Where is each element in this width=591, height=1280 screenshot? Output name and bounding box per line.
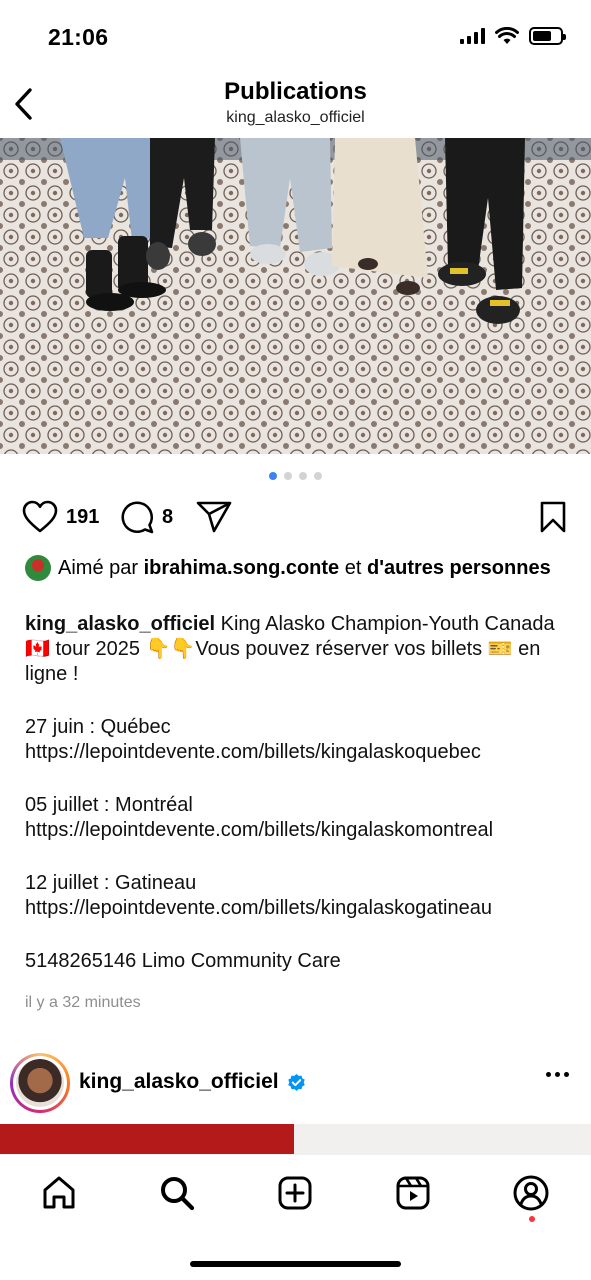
plus-square-icon <box>278 1176 312 1210</box>
send-icon <box>196 501 232 533</box>
save-button[interactable] <box>539 500 567 534</box>
like-count[interactable]: 191 <box>66 506 99 529</box>
liker-username[interactable]: ibrahima.song.conte <box>144 557 340 579</box>
liked-by-conjunction: et <box>344 557 362 579</box>
tab-home[interactable] <box>39 1173 79 1213</box>
comment-icon <box>121 501 154 534</box>
post-timestamp: il y a 32 minutes <box>25 994 141 1011</box>
tab-search[interactable] <box>157 1173 197 1213</box>
next-post-username[interactable]: king_alasko_officiel <box>79 1070 279 1094</box>
reels-icon <box>396 1176 430 1210</box>
next-post-image[interactable] <box>0 1124 591 1154</box>
header-username[interactable]: king_alasko_officiel <box>0 109 591 127</box>
tab-reels[interactable] <box>393 1173 433 1213</box>
more-options-button[interactable] <box>546 1072 569 1077</box>
heart-icon <box>22 500 58 533</box>
next-post-header: king_alasko_officiel <box>0 1050 591 1116</box>
tab-create[interactable] <box>275 1173 315 1213</box>
verified-badge-icon <box>287 1073 305 1091</box>
caption-contact: 5148265146 Limo Community Care <box>25 950 341 972</box>
bookmark-icon <box>540 501 566 533</box>
home-indicator <box>190 1261 401 1267</box>
event-date-city: 05 juillet : Montréal <box>25 794 193 816</box>
carousel-dot <box>314 472 322 480</box>
event-link[interactable]: https://lepointdevente.com/billets/kinga… <box>25 740 570 765</box>
event-link[interactable]: https://lepointdevente.com/billets/kinga… <box>25 896 570 921</box>
page-header: Publications king_alasko_officiel <box>0 72 591 136</box>
status-icons <box>460 27 566 45</box>
cellular-signal-icon <box>460 28 485 44</box>
status-bar: 21:06 <box>0 0 591 70</box>
status-time: 21:06 <box>48 24 109 50</box>
event-date-city: 27 juin : Québec <box>25 716 171 738</box>
wifi-icon <box>495 27 519 44</box>
search-icon <box>161 1177 195 1211</box>
liked-by-others[interactable]: d'autres personnes <box>367 557 551 579</box>
carousel-indicator <box>0 472 591 480</box>
carousel-dot-active <box>269 472 277 480</box>
liked-by: Aimé par ibrahima.song.conte et d'autres… <box>25 555 565 581</box>
liked-by-prefix: Aimé par <box>58 557 139 579</box>
home-icon <box>43 1176 75 1209</box>
bottom-tab-bar <box>0 1154 591 1234</box>
event-link[interactable]: https://lepointdevente.com/billets/kinga… <box>25 818 570 843</box>
carousel-dot <box>299 472 307 480</box>
post-actions: 191 8 <box>0 498 591 538</box>
carousel-dot <box>284 472 292 480</box>
comment-count[interactable]: 8 <box>162 506 173 529</box>
avatar[interactable] <box>10 1053 70 1113</box>
post-image[interactable] <box>0 138 591 454</box>
notification-dot <box>529 1216 535 1222</box>
tab-profile[interactable] <box>511 1173 551 1213</box>
profile-icon <box>513 1175 549 1211</box>
liker-avatar[interactable] <box>25 555 51 581</box>
like-button[interactable]: 191 <box>22 500 99 534</box>
page-title: Publications <box>224 78 367 105</box>
share-button[interactable] <box>196 500 232 534</box>
post-caption: king_alasko_officiel King Alasko Champio… <box>25 612 570 974</box>
comment-button[interactable]: 8 <box>120 500 173 534</box>
event-date-city: 12 juillet : Gatineau <box>25 872 197 894</box>
battery-icon <box>529 27 566 45</box>
caption-username[interactable]: king_alasko_officiel <box>25 613 215 635</box>
